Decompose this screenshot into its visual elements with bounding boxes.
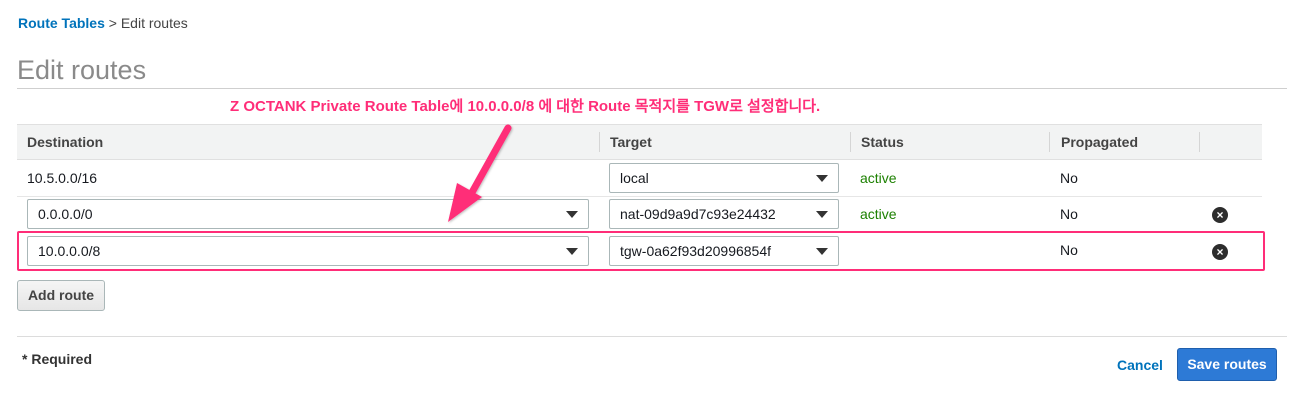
breadcrumb-route-tables-link[interactable]: Route Tables [18,15,105,31]
table-row: 0.0.0.0/0 nat-09d9a9d7c93e24432 active N… [17,197,1262,233]
destination-select-value: 0.0.0.0/0 [38,206,93,222]
target-select[interactable]: local [609,163,839,193]
chevron-down-icon [816,175,828,182]
column-header-target: Target [610,134,652,150]
routes-table-header: Destination Target Status Propagated [17,124,1262,160]
add-route-button[interactable]: Add route [17,280,105,311]
breadcrumb-current: Edit routes [120,15,188,31]
propagated-value: No [1060,206,1078,222]
column-header-propagated: Propagated [1061,134,1139,150]
column-header-status: Status [861,134,904,150]
close-circle-icon[interactable]: × [1212,207,1228,223]
target-select-value: local [620,170,649,186]
breadcrumb: Route Tables > Edit routes [18,15,188,31]
required-note: * Required [22,351,93,367]
table-row: 10.5.0.0/16 local active No [17,161,1262,197]
status-value: active [860,170,897,186]
column-divider [1199,132,1200,152]
chevron-down-icon [816,211,828,218]
destination-select[interactable]: 0.0.0.0/0 [27,199,589,229]
footer-divider [17,336,1287,337]
annotation-text: Z OCTANK Private Route Table에 10.0.0.0/8… [230,98,821,115]
column-divider [1049,132,1050,152]
column-header-destination: Destination [27,134,104,150]
annotation-highlight-box [17,231,1265,271]
target-select[interactable]: nat-09d9a9d7c93e24432 [609,199,839,229]
propagated-value: No [1060,170,1078,186]
cancel-button[interactable]: Cancel [1117,357,1163,373]
target-select-value: nat-09d9a9d7c93e24432 [620,206,776,222]
chevron-down-icon [566,211,578,218]
save-routes-button[interactable]: Save routes [1177,348,1277,381]
destination-value: 10.5.0.0/16 [27,170,98,186]
breadcrumb-separator: > [108,15,117,31]
status-value: active [860,206,897,222]
title-divider [17,88,1287,89]
page-title: Edit routes [17,55,147,85]
